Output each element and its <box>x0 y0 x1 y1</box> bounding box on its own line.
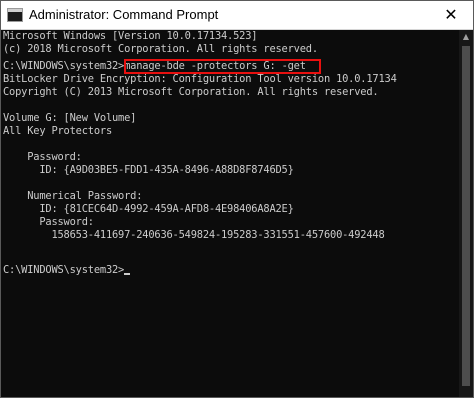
close-button[interactable]: ✕ <box>429 1 473 29</box>
command-prompt-window: Administrator: Command Prompt ✕ Microsof… <box>0 0 474 398</box>
cmd-icon <box>7 8 23 22</box>
console-line: BitLocker Drive Encryption: Configuratio… <box>3 73 397 85</box>
console-line: Password: <box>3 216 94 228</box>
console-line: Volume G: [New Volume] <box>3 112 137 124</box>
scroll-thumb[interactable] <box>462 46 470 386</box>
console-line: All Key Protectors <box>3 125 113 137</box>
command-prompt: C:\WINDOWS\system32> <box>3 60 125 72</box>
console-line: Copyright (C) 2013 Microsoft Corporation… <box>3 86 379 98</box>
scroll-up-arrow-icon[interactable]: ▲ <box>459 30 473 44</box>
console-line: (c) 2018 Microsoft Corporation. All righ… <box>3 43 318 55</box>
console-output[interactable]: Microsoft Windows [Version 10.0.17134.52… <box>1 30 459 397</box>
console-line: Password: <box>3 151 82 163</box>
console-line: 158653-411697-240636-549824-195283-33155… <box>3 229 385 241</box>
close-icon: ✕ <box>444 5 458 24</box>
text-cursor <box>124 273 131 275</box>
title-bar[interactable]: Administrator: Command Prompt ✕ <box>1 1 473 30</box>
window-title: Administrator: Command Prompt <box>29 7 219 22</box>
console-line: ID: {81CEC64D-4992-459A-AFD8-4E98406A8A2… <box>3 203 294 215</box>
command-highlight-box <box>124 59 321 74</box>
console-line: Microsoft Windows [Version 10.0.17134.52… <box>3 30 258 42</box>
console-line: ID: {A9D03BE5-FDD1-435A-8496-A88D8F8746D… <box>3 164 294 176</box>
prompt-line: C:\WINDOWS\system32> <box>3 264 131 277</box>
current-prompt: C:\WINDOWS\system32> <box>3 264 125 276</box>
console-line: Numerical Password: <box>3 190 143 202</box>
vertical-scrollbar[interactable]: ▲ <box>459 30 473 397</box>
